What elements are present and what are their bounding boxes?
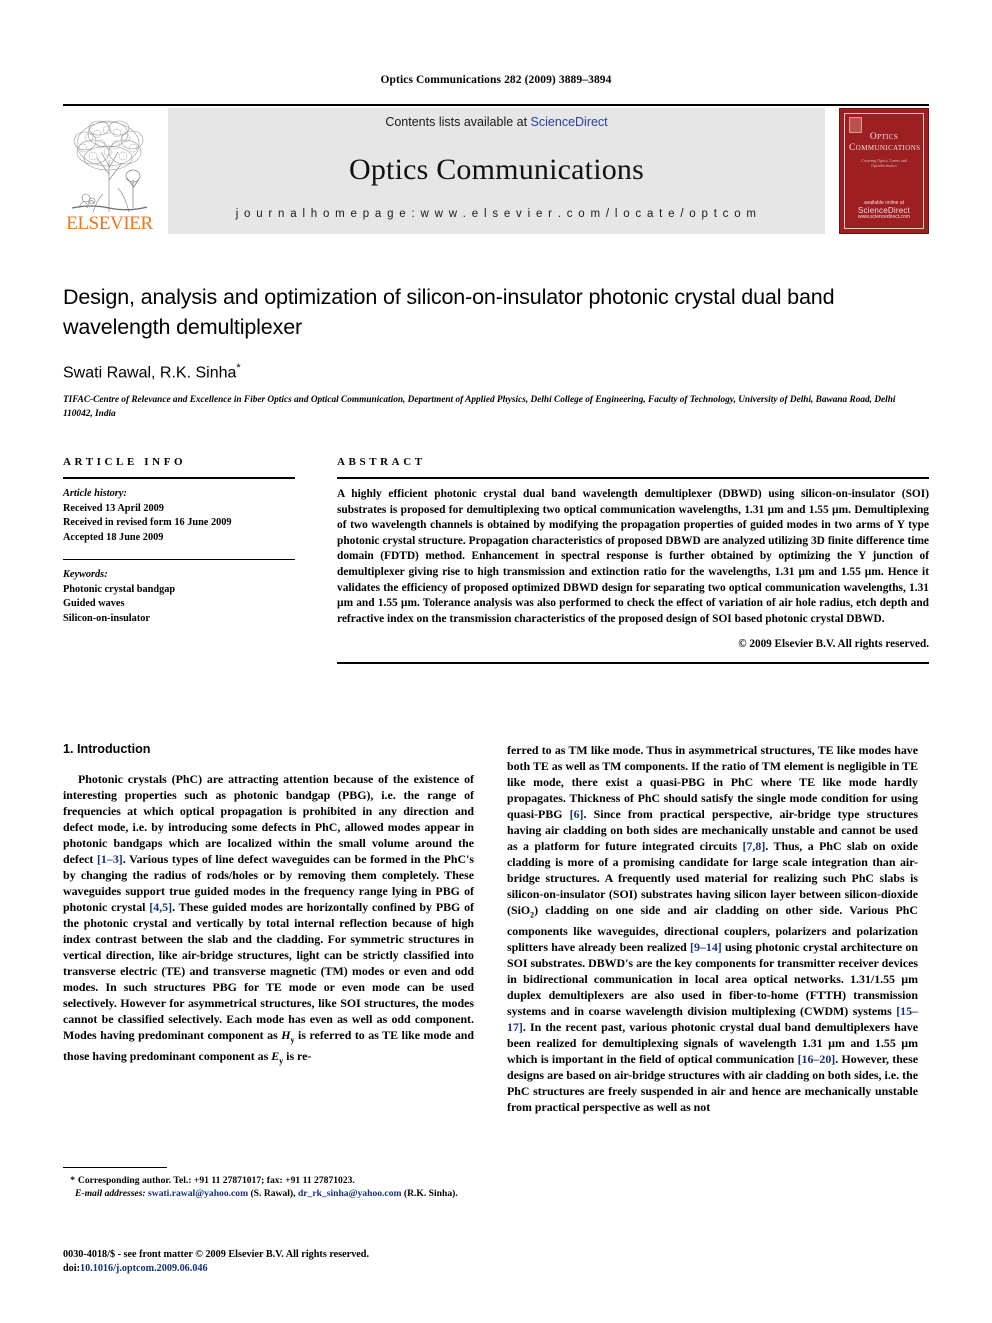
- math-symbol: H: [281, 1028, 291, 1042]
- abstract-heading: ABSTRACT: [337, 456, 426, 468]
- body-paragraph: ferred to as TM like mode. Thus in asymm…: [507, 742, 918, 1115]
- citation-ref[interactable]: [4,5]: [149, 900, 172, 914]
- body-column-right: ferred to as TM like mode. Thus in asymm…: [507, 742, 918, 1115]
- section-heading-introduction: 1. Introduction: [63, 742, 151, 756]
- elsevier-tree-icon: [70, 110, 149, 216]
- affiliation: TIFAC-Centre of Relevance and Excellence…: [63, 395, 896, 419]
- footnote-text: * Corresponding author. Tel.: +91 11 278…: [63, 1174, 474, 1200]
- cover-title-line2: Communications: [849, 143, 921, 153]
- elsevier-logo: ELSEVIER: [63, 108, 156, 234]
- email-link-1[interactable]: swati.rawal@yahoo.com: [148, 1188, 248, 1199]
- contents-available-line: Contents lists available at ScienceDirec…: [168, 115, 825, 129]
- citation-ref[interactable]: [6]: [570, 807, 584, 821]
- doi-link[interactable]: 10.1016/j.optcom.2009.06.046: [80, 1263, 208, 1274]
- citation-ref[interactable]: [1–3]: [97, 852, 123, 866]
- keyword-item: Silicon-on-insulator: [63, 612, 150, 624]
- corresponding-author-note: Corresponding author. Tel.: +91 11 27871…: [77, 1175, 355, 1186]
- imprint-block: 0030-4018/$ - see front matter © 2009 El…: [63, 1248, 493, 1276]
- cover-title: Optics Communications: [849, 132, 921, 154]
- keywords-rule: [63, 559, 295, 560]
- math-symbol: E: [271, 1049, 280, 1064]
- abstract-text: A highly efficient photonic crystal dual…: [337, 488, 929, 625]
- email-addresses-label: E-mail addresses:: [75, 1188, 146, 1200]
- body-text-run: is re-: [283, 1049, 312, 1064]
- article-history-label: Article history:: [63, 488, 127, 499]
- citation-ref[interactable]: [7,8]: [743, 839, 766, 853]
- sciencedirect-link[interactable]: ScienceDirect: [531, 115, 608, 129]
- cover-elsevier-mark-icon: [849, 117, 862, 133]
- article-info-heading: ARTICLE INFO: [63, 456, 187, 468]
- document-page: Optics Communications 282 (2009) 3889–38…: [0, 0, 992, 1323]
- body-paragraph: Photonic crystals (PhC) are attracting a…: [63, 771, 474, 1070]
- journal-cover-thumbnail: Optics Communications Covering Optics, L…: [839, 108, 929, 234]
- running-head: Optics Communications 282 (2009) 3889–38…: [380, 74, 612, 86]
- issn-copyright-line: 0030-4018/$ - see front matter © 2009 El…: [63, 1249, 370, 1260]
- cover-footer: available online at ScienceDirect www.sc…: [845, 200, 923, 221]
- corresponding-author-marker: *: [236, 362, 241, 374]
- article-history-item: Accepted 18 June 2009: [63, 531, 164, 543]
- journal-band: Contents lists available at ScienceDirec…: [168, 108, 825, 234]
- cover-subtitle: Covering Optics, Lasers and Optoelectron…: [861, 158, 907, 168]
- abstract-bottom-rule: [337, 662, 929, 665]
- keyword-item: Guided waves: [63, 598, 125, 609]
- email-link-2[interactable]: dr_rk_sinha@yahoo.com: [298, 1188, 402, 1199]
- keywords-label: Keywords:: [63, 569, 108, 580]
- author-list: Swati Rawal, R.K. Sinha*: [63, 362, 929, 382]
- abstract-copyright: © 2009 Elsevier B.V. All rights reserved…: [738, 638, 929, 651]
- citation-ref[interactable]: [16–20]: [798, 1052, 836, 1066]
- title-block: Design, analysis and optimization of sil…: [63, 282, 929, 421]
- email-owner-2: (R.K. Sinha).: [401, 1188, 458, 1200]
- doi-line: doi:10.1016/j.optcom.2009.06.046: [63, 1262, 493, 1276]
- body-column-left: 1. Introduction Photonic crystals (PhC) …: [63, 742, 474, 1070]
- article-info-section: ARTICLE INFO Article history: Received 1…: [63, 456, 295, 626]
- cover-title-line1: Optics: [869, 132, 899, 142]
- footnote-marker: *: [70, 1175, 76, 1186]
- body-text-run: . These guided modes are horizontally co…: [63, 900, 474, 1042]
- contents-prefix: Contents lists available at: [385, 115, 531, 129]
- journal-name: Optics Communications: [348, 153, 644, 186]
- cover-footer-tiny: www.sciencedirect.com: [858, 214, 910, 220]
- author-names: Swati Rawal, R.K. Sinha: [63, 364, 237, 382]
- journal-homepage-line[interactable]: j o u r n a l h o m e p a g e : w w w . …: [168, 208, 825, 220]
- cover-footer-big: ScienceDirect: [858, 206, 910, 215]
- email-owner-1: (S. Rawal),: [248, 1188, 298, 1200]
- page-title: Design, analysis and optimization of sil…: [63, 285, 835, 339]
- footnote-rule: [63, 1167, 167, 1168]
- doi-label: doi:: [63, 1263, 80, 1274]
- keyword-item: Photonic crystal bandgap: [63, 583, 176, 595]
- abstract-rule: [337, 477, 929, 479]
- article-history-item: Received in revised form 16 June 2009: [63, 517, 232, 528]
- footnote-block: * Corresponding author. Tel.: +91 11 278…: [63, 1167, 474, 1200]
- journal-masthead: ELSEVIER Contents lists available at Sci…: [63, 104, 929, 234]
- elsevier-wordmark: ELSEVIER: [66, 213, 153, 234]
- article-history-item: Received 13 April 2009: [63, 502, 164, 514]
- article-info-rule: [63, 477, 295, 479]
- citation-ref[interactable]: [9–14]: [690, 940, 722, 954]
- abstract-section: ABSTRACT A highly efficient photonic cry…: [337, 456, 929, 665]
